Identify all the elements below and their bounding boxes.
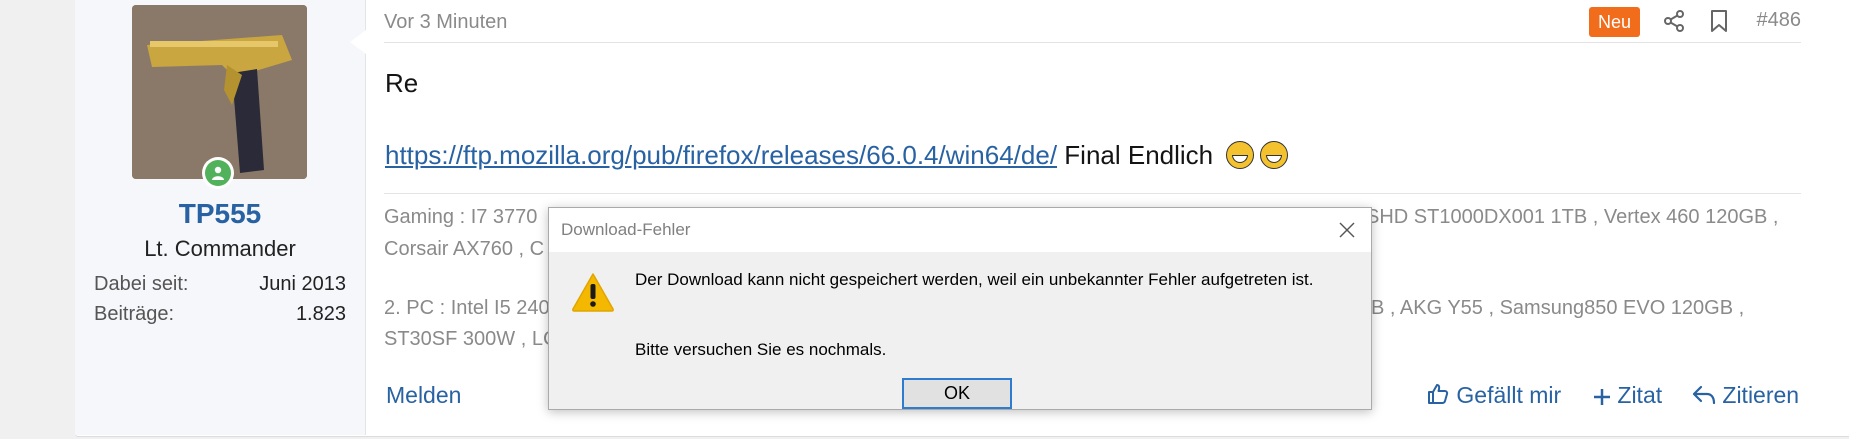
signature-line: Corsair AX760 , C [384,238,545,260]
download-error-dialog: Download-Fehler Der Download kann nicht … [548,207,1372,410]
avatar[interactable] [132,5,307,179]
stat-joined: Dabei seit: Juni 2013 [94,273,346,296]
username[interactable]: TP555 [75,198,365,230]
thumbs-up-icon [1428,384,1449,404]
signature-line: 2. PC : Intel I5 240 [384,297,550,319]
release-link[interactable]: https://ftp.mozilla.org/pub/firefox/rele… [385,140,1057,170]
dialog-message-retry: Bitte versuchen Sie es nochmals. [635,340,887,359]
message-line: Re [385,68,419,98]
message-link-line: https://ftp.mozilla.org/pub/firefox/rele… [385,140,1289,171]
user-online-icon [202,157,234,189]
avatar-image [132,5,307,179]
message-pointer [350,30,366,54]
stat-label: Beiträge: [94,303,175,325]
new-badge: Neu [1589,7,1641,37]
plus-icon [1594,389,1610,405]
message-text: Final Endlich [1064,140,1214,170]
header-divider [384,42,1801,43]
close-icon[interactable] [1335,218,1359,242]
stat-value: Juni 2013 [259,273,346,295]
signature-line: Gaming : I7 3770 [384,206,538,228]
dialog-message: Der Download kann nicht gespeichert werd… [635,270,1314,289]
signature-line: B , AKG Y55 , Samsung850 EVO 120GB , [1371,297,1745,319]
stat-label: Dabei seit: [94,273,189,295]
reply-icon [1692,385,1716,405]
ok-button[interactable]: OK [902,378,1012,409]
like-button[interactable]: Gefällt mir [1426,382,1561,409]
quote-plus-button[interactable]: Zitat [1593,382,1662,409]
dialog-title: Download-Fehler [561,220,691,239]
share-icon[interactable] [1661,8,1687,34]
dialog-titlebar[interactable]: Download-Fehler [549,208,1371,252]
like-label: Gefällt mir [1456,382,1562,408]
grin-emoji-icon [1260,141,1289,169]
bookmark-icon[interactable] [1706,8,1732,34]
signature-line: ST30SF 300W , LC [384,328,558,350]
reply-button[interactable]: Zitieren [1692,382,1799,409]
stat-posts: Beiträge: 1.823 [94,303,346,326]
quote-plus-label: Zitat [1617,382,1663,408]
grin-emoji-icon [1226,141,1255,169]
reply-label: Zitieren [1722,382,1800,408]
signature-line: SHD ST1000DX001 1TB , Vertex 460 120GB , [1366,206,1779,228]
stat-value[interactable]: 1.823 [296,303,346,326]
report-link[interactable]: Melden [386,382,461,409]
signature-divider [384,193,1801,194]
warning-icon [572,273,614,312]
user-title: Lt. Commander [144,236,296,261]
post-time[interactable]: Vor 3 Minuten [384,11,507,34]
post-number[interactable]: #486 [1757,9,1802,32]
